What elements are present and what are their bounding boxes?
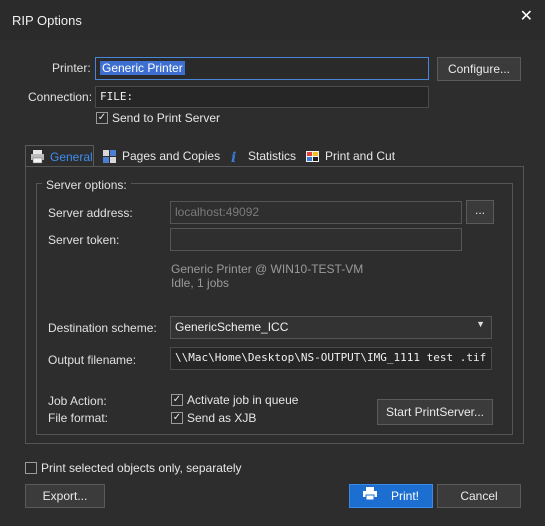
server-token-input[interactable] xyxy=(170,228,462,251)
close-icon[interactable]: ✕ xyxy=(520,6,533,25)
activate-job-label: Activate job in queue xyxy=(187,393,299,407)
connection-label: Connection: xyxy=(28,90,93,104)
destination-scheme-label: Destination scheme: xyxy=(48,321,157,335)
server-address-label: Server address: xyxy=(48,206,133,220)
printer-select[interactable]: Generic Printer xyxy=(95,57,429,80)
output-filename-input[interactable]: \\Mac\Home\Desktop\NS-OUTPUT\IMG_1111 te… xyxy=(170,347,492,370)
cancel-button[interactable]: Cancel xyxy=(437,484,521,508)
checkmark-icon: ✓ xyxy=(171,394,183,406)
output-filename-label: Output filename: xyxy=(48,353,137,367)
tab-print-and-cut[interactable]: Print and Cut xyxy=(301,145,399,167)
tab-general-label: General xyxy=(50,149,93,164)
printer-icon xyxy=(30,149,45,164)
send-to-server-checkbox[interactable]: ✓ Send to Print Server xyxy=(96,111,220,125)
print-selected-label: Print selected objects only, separately xyxy=(41,461,242,475)
printer-label: Printer: xyxy=(52,61,91,75)
printer-value: Generic Printer xyxy=(100,61,185,75)
send-as-xjb-label: Send as XJB xyxy=(187,411,257,425)
title-bar: RIP Options ✕ xyxy=(0,0,545,40)
tab-general[interactable]: General xyxy=(25,145,94,167)
export-button[interactable]: Export... xyxy=(25,484,105,508)
tab-print-and-cut-label: Print and Cut xyxy=(325,149,396,163)
svg-text:i: i xyxy=(231,150,236,164)
job-action-label: Job Action: xyxy=(48,394,107,408)
server-status-name: Generic Printer @ WIN10-TEST-VM xyxy=(171,262,364,276)
activate-job-checkbox[interactable]: ✓ Activate job in queue xyxy=(171,393,298,407)
pages-grid-icon xyxy=(102,149,117,164)
server-status-jobs: Idle, 1 jobs xyxy=(171,276,230,290)
window-title: RIP Options xyxy=(12,13,82,28)
connection-field: FILE: xyxy=(95,86,429,108)
checkmark-icon: ✓ xyxy=(96,112,108,124)
checkmark-icon: ✓ xyxy=(171,412,183,424)
info-icon: i xyxy=(228,149,243,166)
server-address-input[interactable]: localhost:49092 xyxy=(170,201,462,224)
configure-button[interactable]: Configure... xyxy=(437,57,521,81)
print-button[interactable]: Print! xyxy=(349,484,433,508)
start-printserver-button[interactable]: Start PrintServer... xyxy=(377,399,493,425)
server-token-label: Server token: xyxy=(48,233,120,247)
chevron-down-icon: ▼ xyxy=(476,319,485,329)
checkbox-box xyxy=(25,462,37,474)
send-as-xjb-checkbox[interactable]: ✓ Send as XJB xyxy=(171,411,256,425)
destination-scheme-value: GenericScheme_ICC xyxy=(175,320,289,334)
print-button-label: Print! xyxy=(390,489,419,503)
send-to-server-label: Send to Print Server xyxy=(112,111,221,125)
tab-statistics-label: Statistics xyxy=(248,149,297,163)
printer-icon xyxy=(362,485,377,507)
destination-scheme-select[interactable]: GenericScheme_ICC ▼ xyxy=(170,316,492,339)
print-selected-checkbox[interactable]: Print selected objects only, separately xyxy=(25,461,242,475)
print-and-cut-icon xyxy=(305,149,320,164)
browse-button[interactable]: ... xyxy=(466,200,494,224)
tab-pages-label: Pages and Copies xyxy=(122,149,221,163)
tab-statistics[interactable]: i Statistics xyxy=(224,145,300,167)
file-format-label: File format: xyxy=(48,411,109,425)
server-options-title: Server options: xyxy=(42,178,131,192)
tab-pages-and-copies[interactable]: Pages and Copies xyxy=(98,145,224,167)
